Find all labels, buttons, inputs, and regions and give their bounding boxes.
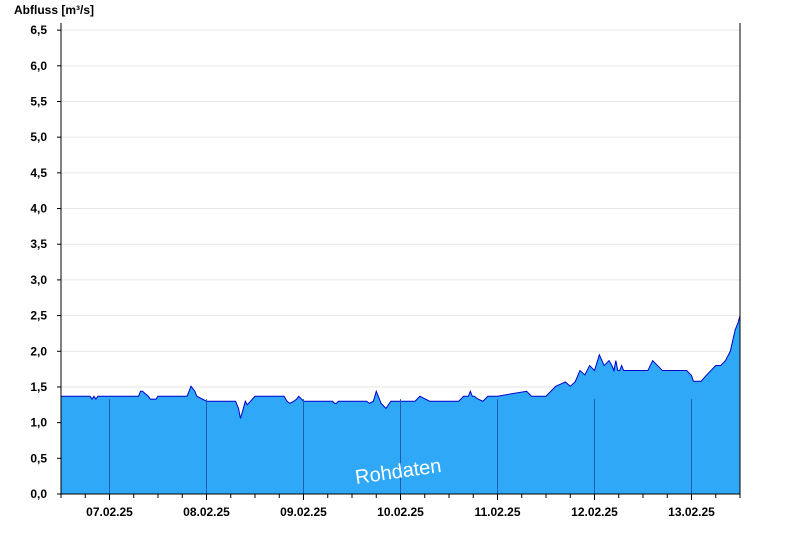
y-tick-label: 1,0 — [30, 416, 47, 430]
y-tick-label: 4,5 — [30, 166, 47, 180]
y-tick-label: 1,5 — [30, 380, 47, 394]
x-tick-label: 07.02.25 — [86, 505, 133, 519]
y-tick-label: 0,0 — [30, 487, 47, 501]
y-tick-label: 6,0 — [30, 59, 47, 73]
x-tick-label: 13.02.25 — [668, 505, 715, 519]
x-tick-label: 12.02.25 — [571, 505, 618, 519]
x-ticks: 07.02.25 08.02.25 09.02.25 10.02.25 11.02.25… — [60, 494, 741, 519]
y-tick-label: 3,0 — [30, 273, 47, 287]
y-tick-label: 5,5 — [30, 95, 47, 109]
y-tick-label: 6,5 — [30, 23, 47, 37]
x-tick-label: 11.02.25 — [474, 505, 520, 519]
y-tick-label: 2,5 — [30, 309, 47, 323]
y-tick-label: 4,0 — [30, 202, 47, 216]
y-tick-label: 5,0 — [30, 130, 47, 144]
y-axis-title: Abfluss [m³/s] — [14, 3, 94, 17]
y-tick-label: 0,5 — [30, 451, 47, 465]
x-tick-label: 10.02.25 — [377, 505, 424, 519]
y-tick-label: 3,5 — [30, 237, 47, 251]
x-tick-label: 09.02.25 — [280, 505, 327, 519]
y-ticks: 0,0 0,5 1,0 1,5 2,0 2,5 3,0 3,5 4,0 4,5 5,0 5,5 6,0 6… — [30, 23, 61, 501]
discharge-chart: Abfluss [m³/s] 0,0 0,5 1,0 1,5 2,0 2,5 3,0 3,5 4… — [14, 3, 741, 519]
x-tick-label: 08.02.25 — [183, 505, 230, 519]
y-tick-label: 2,0 — [30, 344, 47, 358]
